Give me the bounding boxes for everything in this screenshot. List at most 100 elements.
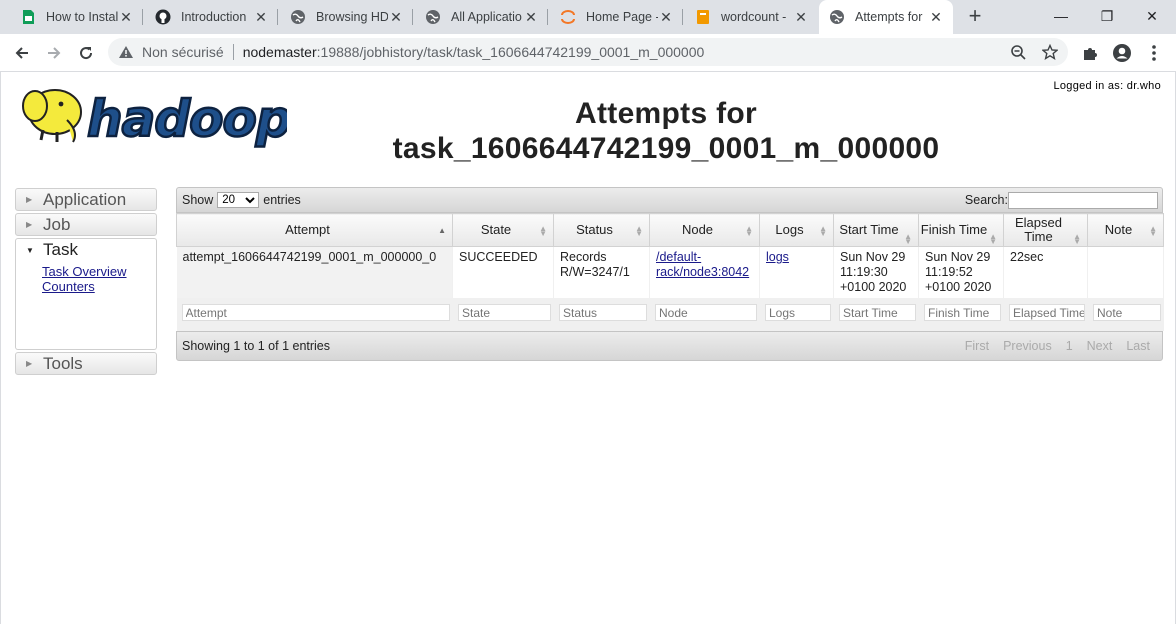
browser-toolbar: Non sécurisé nodemaster:19888/jobhistory… <box>0 34 1176 72</box>
cell-attempt: attempt_1606644742199_0001_m_000000_0 <box>176 246 453 298</box>
sort-icon: ▲ ▼ <box>635 224 643 238</box>
browser-tab-strip: How to Instal ✕ Introduction ✕ Browsing … <box>0 0 1176 34</box>
sheets-icon <box>20 9 36 25</box>
close-window-icon[interactable]: ✕ <box>1143 8 1161 25</box>
new-tab-plus-icon[interactable]: + <box>964 5 986 28</box>
column-header-elapsed-time[interactable]: Elapsed Time ▲ ▼ <box>1003 213 1088 247</box>
url-path: :19888/jobhistory/task/task_160664474219… <box>316 44 705 60</box>
search-label: Search: <box>964 193 1008 207</box>
close-tab-icon[interactable]: ✕ <box>524 10 538 24</box>
filter-elapsed-time-input[interactable] <box>1009 304 1085 321</box>
zoom-icon[interactable] <box>1008 42 1028 62</box>
attempts-table: Attempt ▲ State ▲ ▼ Status ▲ ▼ Node ▲ ▼ Logs ▲ ▼ … <box>176 213 1164 331</box>
column-header-status[interactable]: Status ▲ ▼ <box>553 213 650 247</box>
sort-icon: ▲ ▼ <box>1149 224 1157 238</box>
sidebar-item-task[interactable]: ▼ Task <box>15 238 157 261</box>
globe-icon <box>829 9 845 25</box>
forward-arrow-icon[interactable] <box>42 41 66 65</box>
sort-icon: ▲ ▼ <box>989 232 997 246</box>
cell-state: SUCCEEDED <box>452 246 554 298</box>
minimize-icon[interactable]: — <box>1052 8 1070 24</box>
close-tab-icon[interactable]: ✕ <box>794 10 808 24</box>
pager-page-1[interactable]: 1 <box>1066 339 1073 353</box>
close-tab-icon[interactable]: ✕ <box>659 10 673 24</box>
globe-icon <box>290 9 306 25</box>
profile-avatar-icon[interactable] <box>1111 42 1133 64</box>
sidebar-item-application[interactable]: ▶ Application <box>15 188 157 211</box>
filter-finish-time-input[interactable] <box>924 304 1001 321</box>
node-link[interactable]: /default-rack/node3:8042 <box>656 250 749 279</box>
column-header-finish-time[interactable]: Finish Time ▲ ▼ <box>918 213 1004 247</box>
search-input[interactable] <box>1008 192 1158 209</box>
filter-attempt-input[interactable] <box>181 304 450 321</box>
browser-tab[interactable]: wordcount - ✕ <box>683 0 818 34</box>
column-header-logs[interactable]: Logs ▲ ▼ <box>759 213 834 247</box>
cell-finish-time: Sun Nov 29 11:19:52 +0100 2020 <box>918 246 1004 298</box>
table-footer-bar: Showing 1 to 1 of 1 entries First Previo… <box>176 331 1163 361</box>
link-task-overview[interactable]: Task Overview <box>42 264 156 279</box>
svg-text:hadoop: hadoop <box>87 90 287 148</box>
triangle-down-icon: ▼ <box>26 245 34 255</box>
github-icon <box>155 9 171 25</box>
filter-node-input[interactable] <box>655 304 757 321</box>
triangle-right-icon: ▶ <box>26 359 33 368</box>
cell-node: /default-rack/node3:8042 <box>649 246 760 298</box>
hadoop-logo[interactable]: hadoop <box>17 80 293 150</box>
page-content: Logged in as: dr.who hadoop Attempts for… <box>0 72 1176 624</box>
sidebar-item-tools[interactable]: ▶ Tools <box>15 352 157 375</box>
address-bar[interactable]: Non sécurisé nodemaster:19888/jobhistory… <box>108 38 1068 66</box>
filter-state-input[interactable] <box>458 304 551 321</box>
extensions-puzzle-icon[interactable] <box>1079 42 1101 64</box>
cell-elapsed-time: 22sec <box>1003 246 1088 298</box>
page-title: Attempts for task_1606644742199_0001_m_0… <box>392 97 940 165</box>
browser-tab[interactable]: Browsing HDI ✕ <box>278 0 413 34</box>
close-tab-icon[interactable]: ✕ <box>389 10 403 24</box>
restore-icon[interactable]: ❐ <box>1098 8 1116 25</box>
close-tab-icon[interactable]: ✕ <box>929 10 943 24</box>
table-header-bar: Show 20 entries Search: <box>176 187 1163 213</box>
browser-tab-active[interactable]: Attempts for ✕ <box>819 0 953 34</box>
entries-per-page-select[interactable]: 20 <box>217 192 260 208</box>
security-label[interactable]: Non sécurisé <box>142 44 224 60</box>
browser-tab[interactable]: All Applicatio ✕ <box>413 0 548 34</box>
column-header-state[interactable]: State ▲ ▼ <box>452 213 554 247</box>
close-tab-icon[interactable]: ✕ <box>119 10 133 24</box>
bookmark-star-icon[interactable] <box>1040 42 1060 62</box>
column-header-attempt[interactable]: Attempt ▲ <box>176 213 453 247</box>
globe-icon <box>425 9 441 25</box>
column-header-start-time[interactable]: Start Time ▲ ▼ <box>833 213 919 247</box>
link-counters[interactable]: Counters <box>42 279 156 294</box>
filter-start-time-input[interactable] <box>839 304 916 321</box>
sort-icon: ▲ ▼ <box>539 224 547 238</box>
browser-tab[interactable]: Home Page - ✕ <box>548 0 683 34</box>
sort-asc-icon: ▲ <box>438 226 446 235</box>
browser-tab[interactable]: How to Instal ✕ <box>0 0 143 34</box>
sidebar-nav: ▶ Application ▶ Job ▼ Task Task Overview… <box>15 188 157 377</box>
warning-triangle-icon <box>118 44 134 60</box>
logs-link[interactable]: logs <box>766 250 789 264</box>
browser-tab[interactable]: Introduction ✕ <box>143 0 278 34</box>
filter-logs-input[interactable] <box>765 304 831 321</box>
table-row: attempt_1606644742199_0001_m_000000_0 SU… <box>176 246 1164 298</box>
attempts-table-wrapper: Show 20 entries Search: Attempt ▲ State ▲ ▼… <box>176 187 1164 361</box>
cell-logs: logs <box>759 246 834 298</box>
pager-first[interactable]: First <box>965 339 989 353</box>
close-tab-icon[interactable]: ✕ <box>254 10 268 24</box>
sidebar-item-job[interactable]: ▶ Job <box>15 213 157 236</box>
triangle-right-icon: ▶ <box>26 195 33 204</box>
pager-last[interactable]: Last <box>1126 339 1150 353</box>
column-header-note[interactable]: Note ▲ ▼ <box>1087 213 1164 247</box>
column-header-node[interactable]: Node ▲ ▼ <box>649 213 760 247</box>
table-info: Showing 1 to 1 of 1 entries <box>182 339 331 353</box>
pager-previous[interactable]: Previous <box>1003 339 1052 353</box>
back-arrow-icon[interactable] <box>10 41 34 65</box>
reload-icon[interactable] <box>74 41 98 65</box>
sort-icon: ▲ ▼ <box>745 224 753 238</box>
sidebar-task-links: Task Overview Counters <box>15 261 157 350</box>
filter-status-input[interactable] <box>559 304 647 321</box>
pager-next[interactable]: Next <box>1087 339 1113 353</box>
notebook-icon <box>695 9 711 25</box>
logged-in-label: Logged in as: dr.who <box>1053 80 1161 92</box>
filter-note-input[interactable] <box>1093 304 1161 321</box>
menu-kebab-icon[interactable] <box>1143 42 1165 64</box>
